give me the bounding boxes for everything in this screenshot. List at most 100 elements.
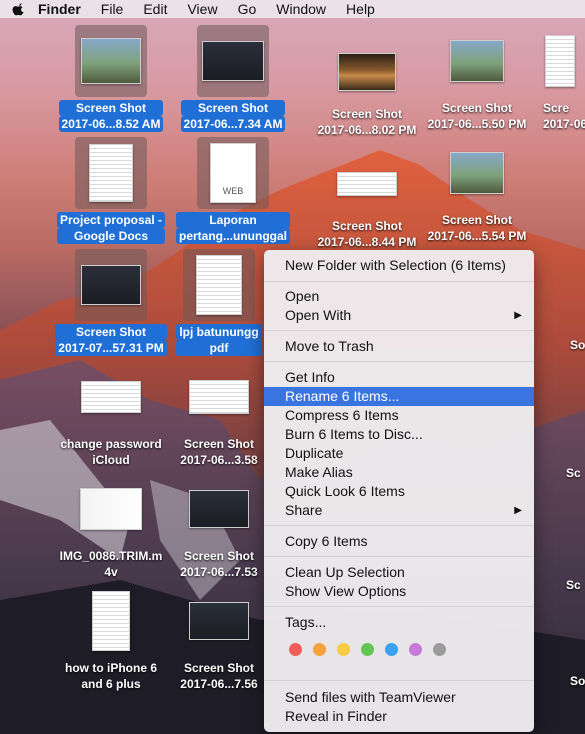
desktop-icon-img-0086[interactable]: IMG_0086.TRIM.m 4v — [49, 473, 173, 580]
desktop-icon-edge-1[interactable]: Scre 2017-06 — [540, 25, 585, 132]
file-thumbnail — [183, 585, 255, 657]
file-thumbnail — [183, 473, 255, 545]
desktop-icon-laporan[interactable]: WEB Laporan pertang...unun​ggal — [171, 137, 295, 244]
menu-item-label: Clean Up Selection — [285, 564, 405, 580]
file-thumbnail — [75, 137, 147, 209]
icon-label-line1: Screen Shot — [55, 324, 167, 340]
menu-item-label: Reveal in Finder — [285, 708, 387, 724]
menu-item-make-alias[interactable]: Make Alias — [264, 463, 534, 482]
menu-item-clean-up-selection[interactable]: Clean Up Selection — [264, 563, 534, 582]
menu-separator — [264, 330, 534, 331]
menu-help[interactable]: Help — [346, 0, 375, 18]
desktop-icon-screenshot-8[interactable]: Screen Shot 2017-06...3.58 — [171, 361, 267, 468]
context-menu: New Folder with Selection (6 Items) Open… — [264, 250, 534, 732]
icon-label-line1: lpj batunungg — [176, 324, 262, 340]
file-thumbnail — [183, 361, 255, 433]
menu-item-show-view-options[interactable]: Show View Options — [264, 582, 534, 601]
stack-thumbnail-icon — [450, 40, 504, 82]
desktop-icon-screenshot-1[interactable]: Screen Shot 2017-06...8.52 AM — [49, 25, 173, 132]
desert-thumbnail-icon — [338, 53, 396, 91]
icon-label-line2: 2017-06...7.53 — [180, 565, 258, 579]
icon-label-line2: pertang...unun​ggal — [176, 228, 290, 244]
menu-go[interactable]: Go — [238, 0, 257, 18]
desktop-icon-screenshot-5[interactable]: Screen Shot 2017-06...8.44 PM — [305, 148, 429, 250]
submenu-arrow-icon: ▶ — [514, 505, 522, 516]
icon-label-line2: iCloud — [92, 453, 130, 467]
menu-item-reveal-in-finder[interactable]: Reveal in Finder — [264, 707, 534, 726]
edge-label: So — [570, 674, 585, 688]
file-thumbnail — [441, 137, 513, 209]
desktop-icon-screenshot-4[interactable]: Screen Shot 2017-06...5.50 PM — [415, 25, 539, 132]
icon-label-line2: 2017-06...5.50 PM — [427, 117, 527, 131]
file-thumbnail — [441, 25, 513, 97]
desktop-icon-project-proposal[interactable]: Project proposal - Google Docs — [49, 137, 173, 244]
icon-label-line1: Screen Shot — [441, 101, 512, 115]
icon-label-line2: 2017-06...7.34 AM — [180, 116, 286, 132]
tag-color-yellow-icon[interactable] — [337, 643, 350, 656]
desktop-icon-iphone-guide[interactable]: how to iPhone 6 and 6 plus — [49, 585, 173, 692]
tag-color-orange-icon[interactable] — [313, 643, 326, 656]
icon-label-line1: Screen Shot — [183, 437, 255, 451]
menu-item-label: Show View Options — [285, 583, 407, 599]
screenshot-thumbnail-icon — [189, 490, 249, 528]
menu-item-compress[interactable]: Compress 6 Items — [264, 406, 534, 425]
tag-color-purple-icon[interactable] — [409, 643, 422, 656]
icon-label-line1: Screen Shot — [58, 100, 164, 116]
menu-item-move-to-trash[interactable]: Move to Trash — [264, 337, 534, 356]
tag-color-red-icon[interactable] — [289, 643, 302, 656]
menu-item-label: Send files with TeamViewer — [285, 689, 456, 705]
menu-item-new-folder-with-selection[interactable]: New Folder with Selection (6 Items) — [264, 256, 534, 275]
screenshot-thumbnail-icon — [337, 172, 397, 196]
doc-thumbnail-icon — [545, 35, 575, 87]
edge-label: So — [570, 338, 585, 352]
menu-file[interactable]: File — [101, 0, 124, 18]
menu-item-label: Move to Trash — [285, 338, 374, 354]
file-thumbnail — [75, 249, 147, 321]
menu-item-open[interactable]: Open — [264, 287, 534, 306]
desktop-icon-change-password[interactable]: change password iCloud — [49, 361, 173, 468]
menu-item-duplicate[interactable]: Duplicate — [264, 444, 534, 463]
apple-icon[interactable] — [12, 2, 26, 16]
menu-item-share[interactable]: Share ▶ — [264, 501, 534, 520]
menu-item-open-with[interactable]: Open With ▶ — [264, 306, 534, 325]
icon-label-line1: Screen Shot — [183, 661, 255, 675]
icon-label-line2: 2017-06...7.56 — [180, 677, 258, 691]
tag-color-gray-icon[interactable] — [433, 643, 446, 656]
icon-label-line2: pdf — [176, 340, 262, 356]
menu-item-label: Make Alias — [285, 464, 353, 480]
desktop-icon-lpj[interactable]: lpj batunungg pdf — [171, 249, 267, 356]
icon-label-line1: how to iPhone 6 — [65, 661, 157, 675]
desktop-icon-screenshot-9[interactable]: Screen Shot 2017-06...7.53 — [171, 473, 267, 580]
video-thumbnail-icon — [80, 488, 142, 530]
menu-finder[interactable]: Finder — [38, 0, 81, 18]
menu-item-label: Tags... — [285, 614, 327, 630]
menu-item-send-teamviewer[interactable]: Send files with TeamViewer — [264, 688, 534, 707]
menu-item-copy[interactable]: Copy 6 Items — [264, 532, 534, 551]
desktop-icon-screenshot-6[interactable]: Screen Shot 2017-06...5.54 PM — [415, 137, 539, 244]
menu-item-rename[interactable]: Rename 6 Items... — [264, 387, 534, 406]
tag-color-blue-icon[interactable] — [385, 643, 398, 656]
menu-item-label: Get Info — [285, 369, 335, 385]
phone-screenshot-icon — [92, 591, 130, 651]
menu-item-tags[interactable]: Tags... — [264, 613, 534, 632]
tag-color-green-icon[interactable] — [361, 643, 374, 656]
icon-label-line2: Google Docs — [56, 228, 166, 244]
menu-window[interactable]: Window — [276, 0, 326, 18]
edge-label: Sc — [566, 578, 581, 592]
menu-edit[interactable]: Edit — [143, 0, 167, 18]
desktop-icon-screenshot-10[interactable]: Screen Shot 2017-06...7.56 — [171, 585, 267, 692]
desktop-icon-screenshot-2[interactable]: Screen Shot 2017-06...7.34 AM — [171, 25, 295, 132]
file-thumbnail — [75, 25, 147, 97]
menu-item-quick-look[interactable]: Quick Look 6 Items — [264, 482, 534, 501]
desktop-icon-screenshot-3[interactable]: Screen Shot 2017-06...8.02 PM — [305, 36, 429, 138]
icon-label-line2: 2017-06...8.02 PM — [317, 123, 417, 137]
menu-separator — [264, 361, 534, 362]
file-thumbnail — [540, 25, 580, 97]
menu-item-get-info[interactable]: Get Info — [264, 368, 534, 387]
file-thumbnail — [75, 473, 147, 545]
desktop-icon-screenshot-7[interactable]: Screen Shot 2017-07...57.31 PM — [49, 249, 173, 356]
menu-view[interactable]: View — [187, 0, 217, 18]
menu-item-burn-to-disc[interactable]: Burn 6 Items to Disc... — [264, 425, 534, 444]
document-thumbnail-icon — [89, 144, 133, 202]
menu-item-label: Open — [285, 288, 320, 304]
